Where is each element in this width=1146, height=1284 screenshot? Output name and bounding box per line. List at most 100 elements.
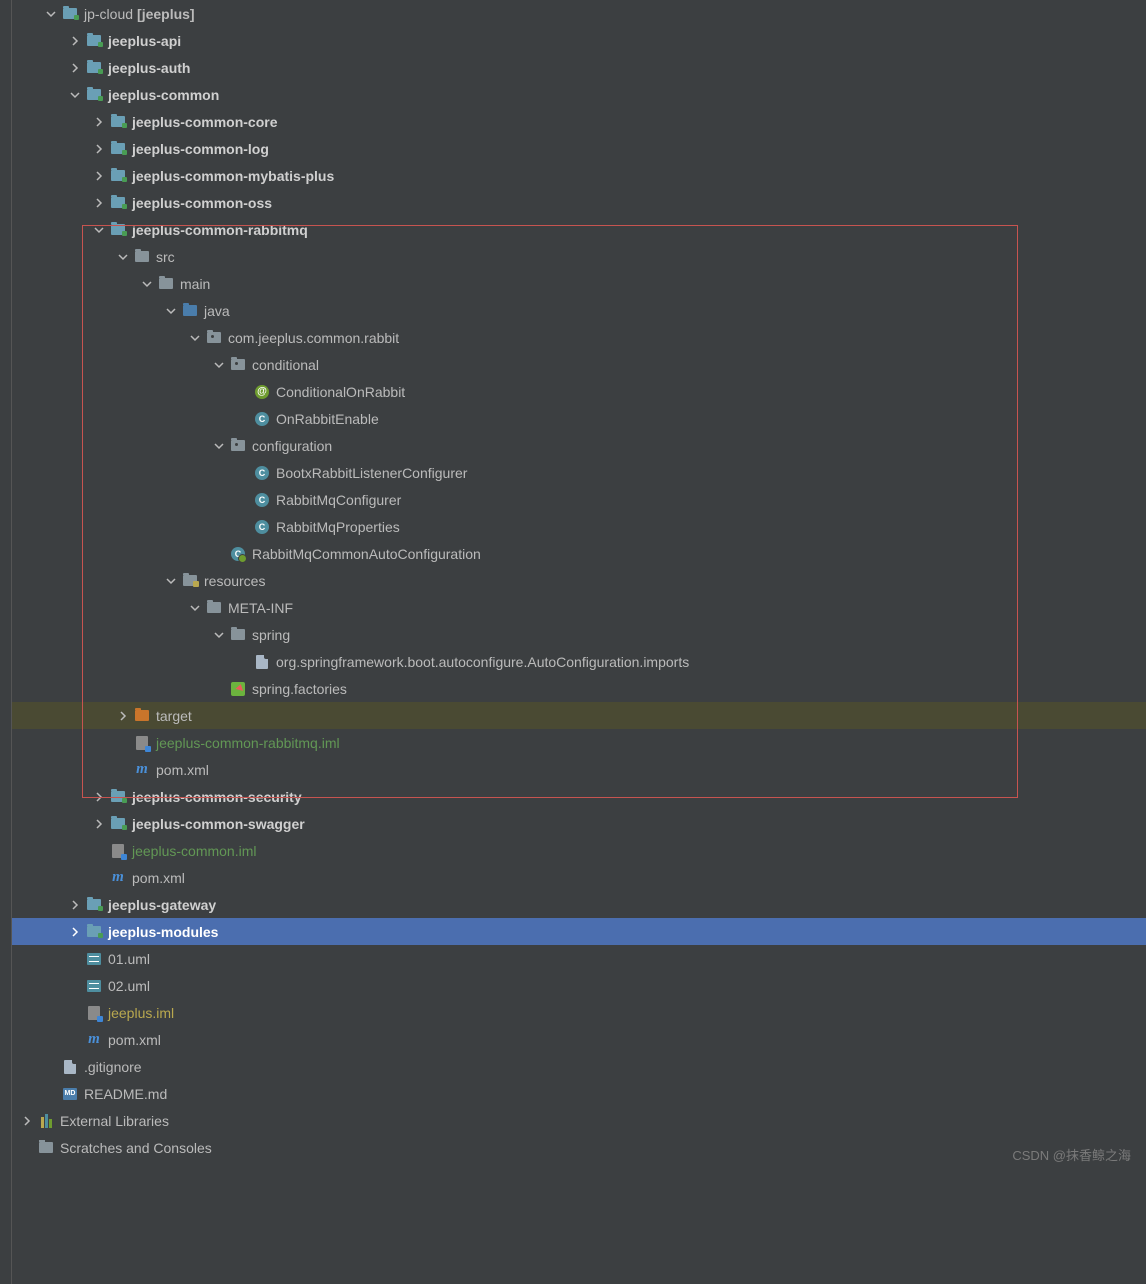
tree-item[interactable]: resources bbox=[12, 567, 1146, 594]
target-folder-icon bbox=[134, 708, 150, 724]
tree-bracket: [jeeplus] bbox=[137, 6, 195, 22]
tree-item[interactable]: mpom.xml bbox=[12, 756, 1146, 783]
library-icon bbox=[38, 1113, 54, 1129]
chevron-down-icon[interactable] bbox=[44, 7, 58, 21]
tree-item[interactable]: jeeplus-common-oss bbox=[12, 189, 1146, 216]
chevron-right-icon[interactable] bbox=[68, 34, 82, 48]
chevron-down-icon[interactable] bbox=[212, 628, 226, 642]
tree-item-selected[interactable]: jeeplus-modules bbox=[12, 918, 1146, 945]
chevron-right-icon[interactable] bbox=[92, 169, 106, 183]
chevron-right-icon[interactable] bbox=[20, 1114, 34, 1128]
tree-item[interactable]: main bbox=[12, 270, 1146, 297]
chevron-right-icon[interactable] bbox=[116, 709, 130, 723]
chevron-right-icon[interactable] bbox=[68, 898, 82, 912]
tree-item[interactable]: jeeplus-common-rabbitmq bbox=[12, 216, 1146, 243]
chevron-down-icon[interactable] bbox=[116, 250, 130, 264]
tree-item-root[interactable]: jp-cloud [jeeplus] bbox=[12, 0, 1146, 27]
tree-item[interactable]: jeeplus-common-core bbox=[12, 108, 1146, 135]
chevron-right-icon[interactable] bbox=[68, 925, 82, 939]
chevron-down-icon[interactable] bbox=[140, 277, 154, 291]
module-folder-icon bbox=[110, 114, 126, 130]
tree-label: spring bbox=[252, 627, 290, 643]
chevron-right-icon[interactable] bbox=[92, 790, 106, 804]
chevron-down-icon[interactable] bbox=[92, 223, 106, 237]
spring-file-icon bbox=[230, 681, 246, 697]
tree-item-external-libs[interactable]: External Libraries bbox=[12, 1107, 1146, 1134]
tree-item[interactable]: jeeplus.iml bbox=[12, 999, 1146, 1026]
tree-item[interactable]: mpom.xml bbox=[12, 1026, 1146, 1053]
tree-item[interactable]: spring.factories bbox=[12, 675, 1146, 702]
module-folder-icon bbox=[110, 816, 126, 832]
chevron-down-icon[interactable] bbox=[188, 601, 202, 615]
tree-item[interactable]: jeeplus-auth bbox=[12, 54, 1146, 81]
chevron-right-icon[interactable] bbox=[92, 142, 106, 156]
tree-item[interactable]: spring bbox=[12, 621, 1146, 648]
chevron-down-icon[interactable] bbox=[212, 439, 226, 453]
tree-item-target[interactable]: target bbox=[12, 702, 1146, 729]
chevron-down-icon[interactable] bbox=[164, 304, 178, 318]
tree-item[interactable]: 01.uml bbox=[12, 945, 1146, 972]
package-icon bbox=[230, 438, 246, 454]
class-icon: C bbox=[254, 465, 270, 481]
tree-label: pom.xml bbox=[132, 870, 185, 886]
maven-file-icon: m bbox=[110, 870, 126, 886]
class-icon: C bbox=[254, 492, 270, 508]
tree-label: jeeplus-modules bbox=[108, 924, 218, 940]
chevron-right-icon[interactable] bbox=[92, 196, 106, 210]
tree-item[interactable]: org.springframework.boot.autoconfigure.A… bbox=[12, 648, 1146, 675]
tree-item[interactable]: .gitignore bbox=[12, 1053, 1146, 1080]
tree-item[interactable]: COnRabbitEnable bbox=[12, 405, 1146, 432]
tree-label: ConditionalOnRabbit bbox=[276, 384, 405, 400]
tree-label: jeeplus-common-swagger bbox=[132, 816, 305, 832]
tree-item[interactable]: jeeplus-common.iml bbox=[12, 837, 1146, 864]
chevron-down-icon[interactable] bbox=[68, 88, 82, 102]
tree-item-scratches[interactable]: Scratches and Consoles bbox=[12, 1134, 1146, 1161]
file-icon bbox=[254, 654, 270, 670]
tree-label: resources bbox=[204, 573, 265, 589]
folder-icon bbox=[158, 276, 174, 292]
tree-label: jeeplus-auth bbox=[108, 60, 190, 76]
tree-item[interactable]: jeeplus-common-mybatis-plus bbox=[12, 162, 1146, 189]
tree-item[interactable]: jeeplus-common bbox=[12, 81, 1146, 108]
tree-item[interactable]: @ConditionalOnRabbit bbox=[12, 378, 1146, 405]
tree-item[interactable]: jeeplus-common-security bbox=[12, 783, 1146, 810]
class-icon: C bbox=[254, 411, 270, 427]
tree-item[interactable]: jeeplus-common-rabbitmq.iml bbox=[12, 729, 1146, 756]
tree-item[interactable]: src bbox=[12, 243, 1146, 270]
autoconfig-class-icon: C bbox=[230, 546, 246, 562]
tree-item[interactable]: C RabbitMqConfigurer bbox=[12, 486, 1146, 513]
tree-item[interactable]: MDREADME.md bbox=[12, 1080, 1146, 1107]
tree-item[interactable]: jeeplus-api bbox=[12, 27, 1146, 54]
tree-item[interactable]: META-INF bbox=[12, 594, 1146, 621]
tree-label: .gitignore bbox=[84, 1059, 142, 1075]
tree-item[interactable]: jeeplus-common-log bbox=[12, 135, 1146, 162]
tree-item[interactable]: jeeplus-common-swagger bbox=[12, 810, 1146, 837]
tree-item[interactable]: 02.uml bbox=[12, 972, 1146, 999]
folder-icon bbox=[230, 627, 246, 643]
uml-file-icon bbox=[86, 951, 102, 967]
tree-item[interactable]: java bbox=[12, 297, 1146, 324]
tree-label: README.md bbox=[84, 1086, 167, 1102]
module-folder-icon bbox=[110, 222, 126, 238]
tree-item[interactable]: com.jeeplus.common.rabbit bbox=[12, 324, 1146, 351]
tree-label: conditional bbox=[252, 357, 319, 373]
tree-item[interactable]: configuration bbox=[12, 432, 1146, 459]
tree-item[interactable]: CRabbitMqProperties bbox=[12, 513, 1146, 540]
chevron-down-icon[interactable] bbox=[188, 331, 202, 345]
tree-item[interactable]: CBootxRabbitListenerConfigurer bbox=[12, 459, 1146, 486]
tree-label: jeeplus-common-mybatis-plus bbox=[132, 168, 334, 184]
project-tree[interactable]: jp-cloud [jeeplus] jeeplus-api jeeplus-a… bbox=[12, 0, 1146, 1284]
tree-item[interactable]: conditional bbox=[12, 351, 1146, 378]
tree-label: com.jeeplus.common.rabbit bbox=[228, 330, 399, 346]
chevron-right-icon[interactable] bbox=[68, 61, 82, 75]
chevron-right-icon[interactable] bbox=[92, 115, 106, 129]
tree-item[interactable]: m pom.xml bbox=[12, 864, 1146, 891]
iml-file-icon bbox=[134, 735, 150, 751]
tree-item[interactable]: jeeplus-gateway bbox=[12, 891, 1146, 918]
chevron-right-icon[interactable] bbox=[92, 817, 106, 831]
tree-item[interactable]: CRabbitMqCommonAutoConfiguration bbox=[12, 540, 1146, 567]
tree-label: 01.uml bbox=[108, 951, 150, 967]
chevron-down-icon[interactable] bbox=[164, 574, 178, 588]
chevron-down-icon[interactable] bbox=[212, 358, 226, 372]
tree-label: RabbitMqConfigurer bbox=[276, 492, 401, 508]
